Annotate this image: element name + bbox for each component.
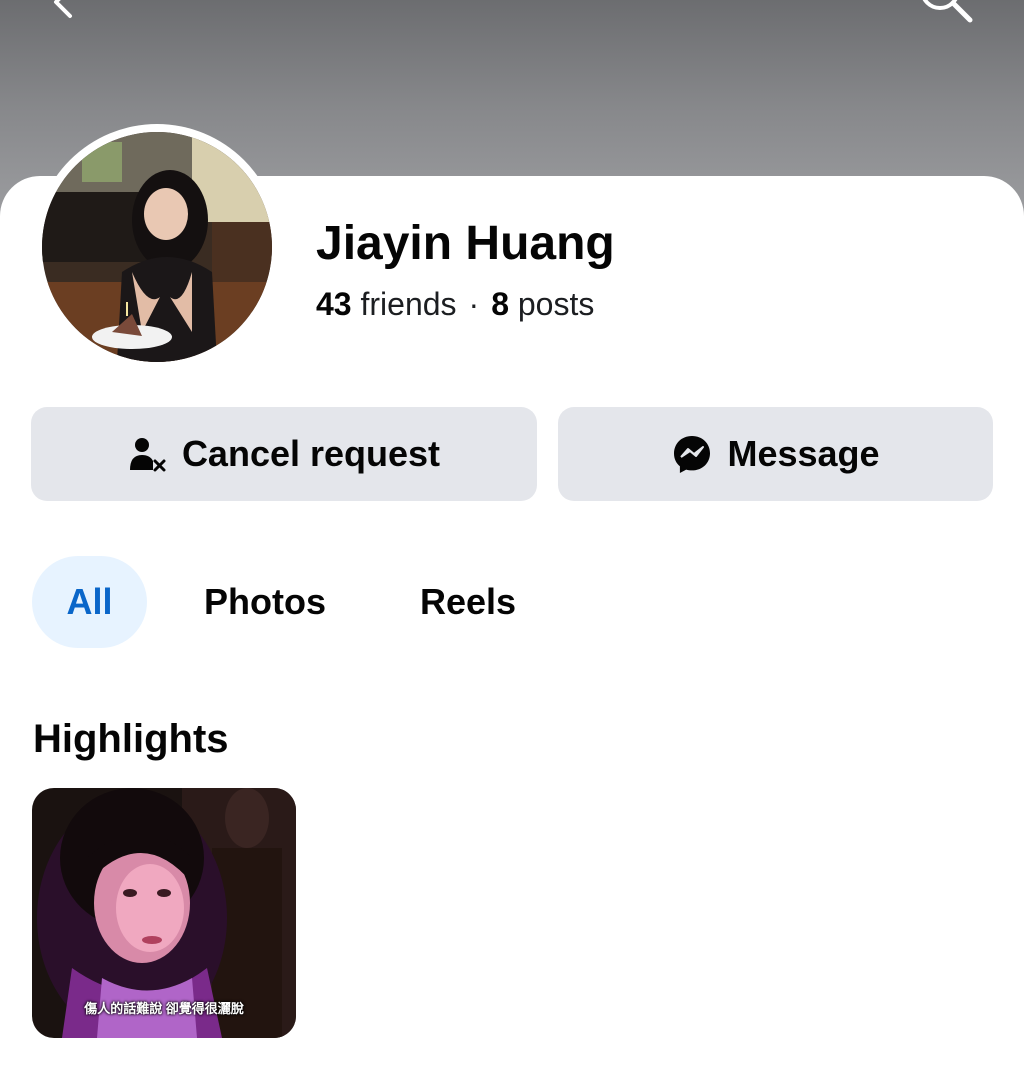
highlight-caption: 傷人的話難說 卻覺得很灑脫 <box>84 1001 244 1016</box>
search-icon[interactable] <box>908 0 984 26</box>
profile-photo-illustration <box>42 132 272 362</box>
chevron-left-icon[interactable] <box>40 0 84 26</box>
friends-count[interactable]: 43 <box>316 286 352 322</box>
person-cancel-icon <box>129 438 166 472</box>
cancel-request-label: Cancel request <box>181 433 441 474</box>
posts-count: 8 <box>491 286 509 322</box>
message-button[interactable]: Message <box>558 407 993 501</box>
more-horizontal-icon[interactable] <box>800 0 860 6</box>
message-label: Message <box>727 433 880 474</box>
profile-name: Jiayin Huang <box>316 217 615 270</box>
highlight-item[interactable]: 傷人的話難說 卻覺得很灑脫 <box>32 788 296 1038</box>
tab-photos[interactable]: Photos <box>190 556 340 648</box>
messenger-icon <box>674 436 711 473</box>
profile-avatar[interactable] <box>42 132 272 362</box>
stats-separator: · <box>468 286 480 322</box>
friends-label[interactable]: friends <box>360 286 456 322</box>
cancel-request-button[interactable]: Cancel request <box>31 407 537 501</box>
highlights-title: Highlights <box>33 717 229 761</box>
tab-reels[interactable]: Reels <box>408 556 528 648</box>
posts-label: posts <box>517 286 595 322</box>
profile-stats: 43 friends · 8 posts <box>316 284 594 324</box>
tab-all[interactable]: All <box>32 556 147 648</box>
